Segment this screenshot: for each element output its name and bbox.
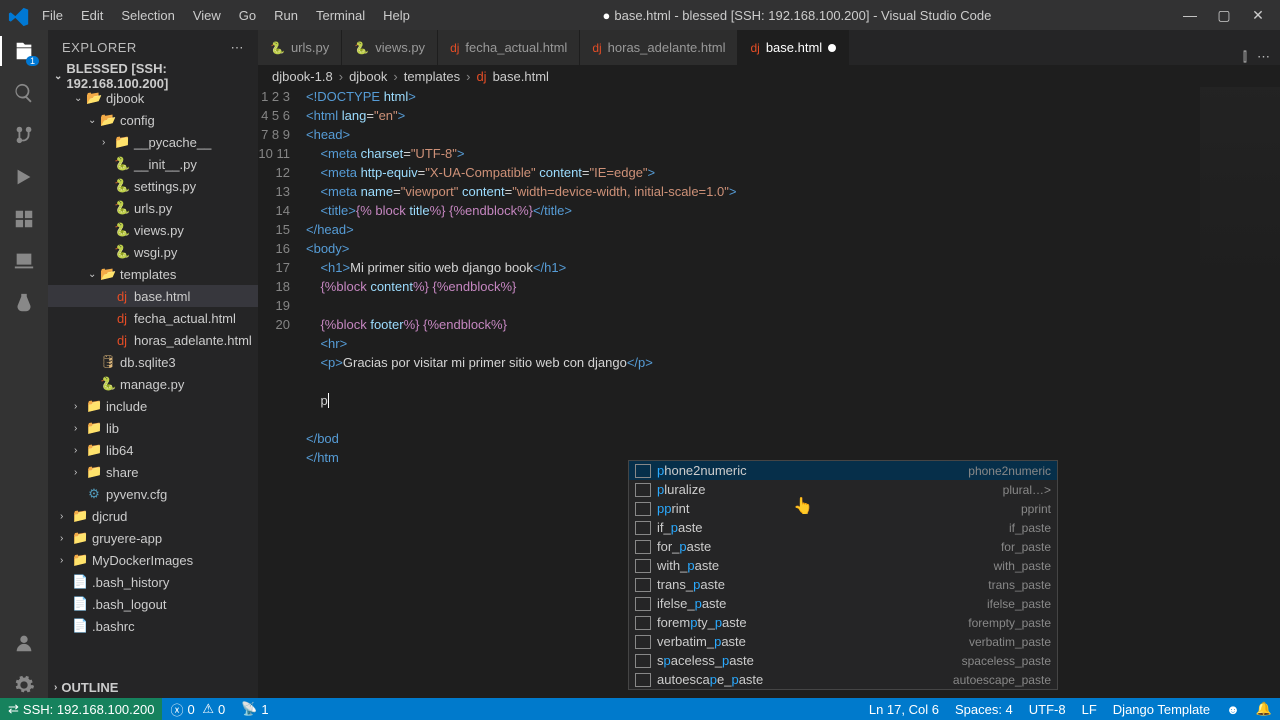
minimap[interactable]: [1200, 87, 1280, 287]
suggest-item[interactable]: pluralizeplural…>: [629, 480, 1057, 499]
cursor-position[interactable]: Ln 17, Col 6: [861, 702, 947, 717]
suggest-item[interactable]: verbatim_pasteverbatim_paste: [629, 632, 1057, 651]
source-control-icon[interactable]: [11, 122, 37, 148]
tab[interactable]: 🐍urls.py: [258, 30, 342, 65]
line-numbers: 1 2 3 4 5 6 7 8 9 10 11 12 13 14 15 16 1…: [258, 87, 306, 698]
testing-icon[interactable]: [11, 290, 37, 316]
tree-item[interactable]: ›📁gruyere-app: [48, 527, 258, 549]
tab[interactable]: djhoras_adelante.html: [580, 30, 738, 65]
suggest-item[interactable]: with_pastewith_paste: [629, 556, 1057, 575]
extensions-icon[interactable]: [11, 206, 37, 232]
autocomplete-popup[interactable]: phone2numericphone2numericpluralizeplura…: [628, 460, 1058, 690]
maximize-button[interactable]: ▢: [1210, 7, 1238, 24]
notifications-icon[interactable]: 🔔: [1248, 701, 1280, 717]
suggest-item[interactable]: if_pasteif_paste: [629, 518, 1057, 537]
menu-go[interactable]: Go: [231, 4, 264, 27]
tree-item[interactable]: ›📁__pycache__: [48, 131, 258, 153]
tree-item[interactable]: ›📁MyDockerImages: [48, 549, 258, 571]
tree-item[interactable]: 📄.bashrc: [48, 615, 258, 637]
indentation[interactable]: Spaces: 4: [947, 702, 1021, 717]
suggest-item[interactable]: trans_pastetrans_paste: [629, 575, 1057, 594]
vscode-logo-icon: [8, 6, 26, 24]
menu-selection[interactable]: Selection: [113, 4, 182, 27]
menu-bar: FileEditSelectionViewGoRunTerminalHelp: [34, 4, 418, 27]
tree-item[interactable]: 🐍views.py: [48, 219, 258, 241]
tree-item[interactable]: djfecha_actual.html: [48, 307, 258, 329]
ports-indicator[interactable]: 📡1: [233, 701, 276, 717]
tree-item[interactable]: 📄.bash_history: [48, 571, 258, 593]
suggest-item[interactable]: ifelse_pasteifelse_paste: [629, 594, 1057, 613]
activity-bar: 1: [0, 30, 48, 698]
remote-explorer-icon[interactable]: [11, 248, 37, 274]
tree-item[interactable]: 🐍manage.py: [48, 373, 258, 395]
tree-item[interactable]: 🛢db.sqlite3: [48, 351, 258, 373]
minimize-button[interactable]: —: [1176, 7, 1204, 24]
tab[interactable]: 🐍views.py: [342, 30, 438, 65]
run-debug-icon[interactable]: [11, 164, 37, 190]
feedback-icon[interactable]: ☻: [1218, 702, 1248, 717]
language-mode[interactable]: Django Template: [1105, 702, 1218, 717]
eol[interactable]: LF: [1074, 702, 1105, 717]
menu-run[interactable]: Run: [266, 4, 306, 27]
problems-indicator[interactable]: ⓧ0 ⚠0: [162, 700, 233, 719]
split-editor-icon[interactable]: ⫿: [1243, 49, 1247, 65]
suggest-item[interactable]: forempty_pasteforempty_paste: [629, 613, 1057, 632]
settings-gear-icon[interactable]: [11, 672, 37, 698]
suggest-item[interactable]: phone2numericphone2numeric: [629, 461, 1057, 480]
tree-item[interactable]: djhoras_adelante.html: [48, 329, 258, 351]
menu-file[interactable]: File: [34, 4, 71, 27]
tab[interactable]: djfecha_actual.html: [438, 30, 580, 65]
outline-section[interactable]: ›OUTLINE: [48, 676, 258, 698]
menu-view[interactable]: View: [185, 4, 229, 27]
menu-edit[interactable]: Edit: [73, 4, 111, 27]
search-icon[interactable]: [11, 80, 37, 106]
tree-item[interactable]: 🐍settings.py: [48, 175, 258, 197]
more-actions-icon[interactable]: ⋯: [1257, 49, 1270, 65]
tree-item[interactable]: 🐍urls.py: [48, 197, 258, 219]
suggest-item[interactable]: for_pastefor_paste: [629, 537, 1057, 556]
tree-item[interactable]: ›📁include: [48, 395, 258, 417]
tree-item[interactable]: ›📁djcrud: [48, 505, 258, 527]
tab[interactable]: djbase.html: [738, 30, 849, 65]
explorer-more-icon[interactable]: ⋯: [231, 40, 245, 56]
tree-item[interactable]: ›📁lib64: [48, 439, 258, 461]
menu-help[interactable]: Help: [375, 4, 418, 27]
suggest-item[interactable]: pprintpprint: [629, 499, 1057, 518]
close-button[interactable]: ✕: [1244, 7, 1272, 24]
tree-item[interactable]: ⌄📂config: [48, 109, 258, 131]
suggest-item[interactable]: autoescape_pasteautoescape_paste: [629, 670, 1057, 689]
tree-item[interactable]: 🐍__init__.py: [48, 153, 258, 175]
tree-item[interactable]: ⌄📂templates: [48, 263, 258, 285]
explorer-title: EXPLORER: [62, 40, 137, 55]
tree-item[interactable]: 📄.bash_logout: [48, 593, 258, 615]
menu-terminal[interactable]: Terminal: [308, 4, 373, 27]
window-title: ●base.html - blessed [SSH: 192.168.100.2…: [418, 8, 1176, 23]
suggest-item[interactable]: spaceless_pastespaceless_paste: [629, 651, 1057, 670]
workspace-section[interactable]: ⌄BLESSED [SSH: 192.168.100.200]: [48, 65, 258, 87]
remote-indicator[interactable]: ⇄SSH: 192.168.100.200: [0, 698, 162, 720]
tree-item[interactable]: ›📁share: [48, 461, 258, 483]
breadcrumb[interactable]: djbook-1.8›djbook›templates›dj base.html: [258, 65, 1280, 87]
accounts-icon[interactable]: [11, 630, 37, 656]
encoding[interactable]: UTF-8: [1021, 702, 1074, 717]
tree-item[interactable]: djbase.html: [48, 285, 258, 307]
explorer-icon[interactable]: 1: [11, 38, 37, 64]
tree-item[interactable]: ⌄📂djbook: [48, 87, 258, 109]
tree-item[interactable]: ⚙pyvenv.cfg: [48, 483, 258, 505]
tree-item[interactable]: ›📁lib: [48, 417, 258, 439]
tree-item[interactable]: 🐍wsgi.py: [48, 241, 258, 263]
